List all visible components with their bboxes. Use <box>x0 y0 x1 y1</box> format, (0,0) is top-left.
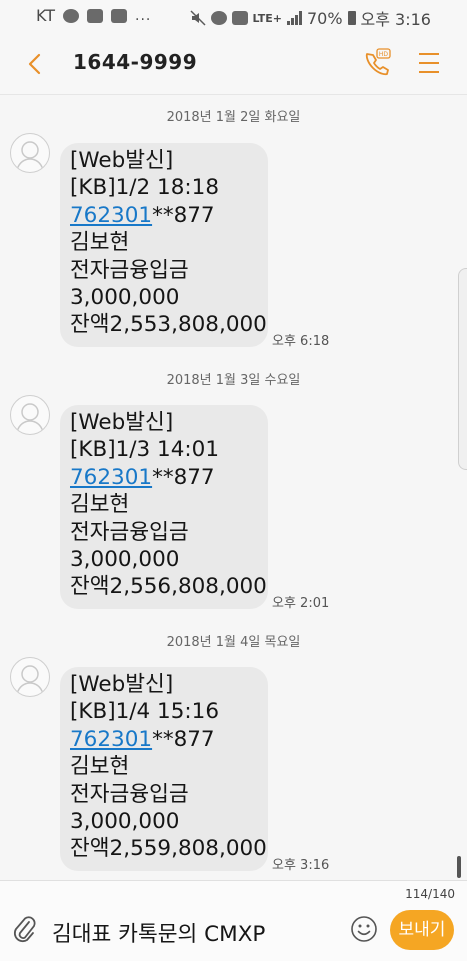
status-bar: KT ... LTE+ 70% 오후 3:16 <box>0 0 467 32</box>
network-type: LTE+ <box>252 11 282 25</box>
contact-title: 1644-9999 <box>73 50 198 74</box>
message-line: 전자금융입금 <box>70 519 189 545</box>
account-suffix: **877 <box>152 464 215 490</box>
email-notification-icon <box>87 8 104 23</box>
message-input[interactable]: 김대표 카톡문의 CMXP <box>52 917 265 948</box>
message-composer: 114/140 김대표 카톡문의 CMXP 보내기 <box>0 880 467 961</box>
conversation-header: 1644-9999 HD <box>0 32 467 95</box>
message-line: 3,000,000 <box>70 547 180 573</box>
person-icon <box>16 403 44 433</box>
message-line: 김보현 <box>70 492 130 518</box>
message-bubble[interactable]: [Web발신] [KB]1/4 15:16 762301**877 김보현 전자… <box>60 667 268 871</box>
message-line: 김보현 <box>70 754 130 780</box>
attach-icon[interactable] <box>12 914 38 944</box>
battery-icon <box>347 11 356 25</box>
message-line: 잔액2,553,808,000 <box>70 312 267 338</box>
message-line: [KB]1/3 14:01 <box>70 437 220 463</box>
message-line: [KB]1/2 18:18 <box>70 175 220 201</box>
message-line: [KB]1/4 15:16 <box>70 699 220 725</box>
message-time: 오후 3:16 <box>272 858 330 873</box>
contact-avatar[interactable] <box>10 133 50 173</box>
date-separator: 2018년 1월 4일 목요일 <box>166 635 301 650</box>
talk-notification-icon <box>63 8 80 23</box>
message-line: 762301**877 <box>70 464 268 491</box>
account-number-link[interactable]: 762301 <box>70 203 152 228</box>
message-line: 잔액2,556,808,000 <box>70 574 267 600</box>
message-bubble[interactable]: [Web발신] [KB]1/3 14:01 762301**877 김보현 전자… <box>60 405 268 609</box>
edge-panel-handle[interactable] <box>458 268 467 470</box>
clock: 오후 3:16 <box>360 10 431 29</box>
character-counter: 114/140 <box>405 887 455 901</box>
contact-avatar[interactable] <box>10 395 50 435</box>
message-line: [Web발신] <box>70 410 174 435</box>
message-line: 잔액2,559,808,000 <box>70 836 267 862</box>
message-line: 762301**877 <box>70 726 268 753</box>
message-line: 762301**877 <box>70 202 268 229</box>
back-arrow-icon[interactable] <box>22 50 50 78</box>
message-line: 김보현 <box>70 230 130 256</box>
message-line: 전자금융입금 <box>70 781 189 807</box>
contact-avatar[interactable] <box>10 657 50 697</box>
message-time: 오후 2:01 <box>272 596 330 611</box>
emoji-icon[interactable] <box>350 915 378 943</box>
alarm-icon <box>210 11 227 25</box>
message-time: 오후 6:18 <box>272 334 330 349</box>
send-button[interactable]: 보내기 <box>390 910 454 950</box>
message-line: 3,000,000 <box>70 809 180 835</box>
carrier-label: KT <box>36 6 56 25</box>
status-right: LTE+ 70% 오후 3:16 <box>190 6 431 30</box>
hd-call-icon[interactable]: HD <box>361 48 391 78</box>
date-separator: 2018년 1월 3일 수요일 <box>166 373 301 388</box>
message-line: 전자금융입금 <box>70 257 189 283</box>
hd-voice-icon <box>231 11 248 25</box>
person-icon <box>16 665 44 695</box>
message-list[interactable]: 2018년 1월 2일 화요일 [Web발신] [KB]1/2 18:18 76… <box>0 95 467 880</box>
account-number-link[interactable]: 762301 <box>70 465 152 490</box>
more-notifications: ... <box>135 7 152 24</box>
account-suffix: **877 <box>152 202 215 228</box>
battery-percent: 70% <box>306 8 343 28</box>
account-suffix: **877 <box>152 726 215 752</box>
message-line: [Web발신] <box>70 148 174 173</box>
date-separator: 2018년 1월 2일 화요일 <box>166 110 301 125</box>
scrollbar-thumb[interactable] <box>457 856 461 878</box>
signal-icon <box>286 11 302 25</box>
message-line: [Web발신] <box>70 672 174 697</box>
message-notification-icon <box>111 8 128 23</box>
mute-icon <box>190 10 206 26</box>
person-icon <box>16 141 44 171</box>
status-left: KT ... <box>36 6 151 25</box>
message-bubble[interactable]: [Web발신] [KB]1/2 18:18 762301**877 김보현 전자… <box>60 143 268 347</box>
svg-text:HD: HD <box>379 51 389 58</box>
menu-icon[interactable] <box>417 50 441 76</box>
account-number-link[interactable]: 762301 <box>70 727 152 752</box>
message-line: 3,000,000 <box>70 285 180 311</box>
